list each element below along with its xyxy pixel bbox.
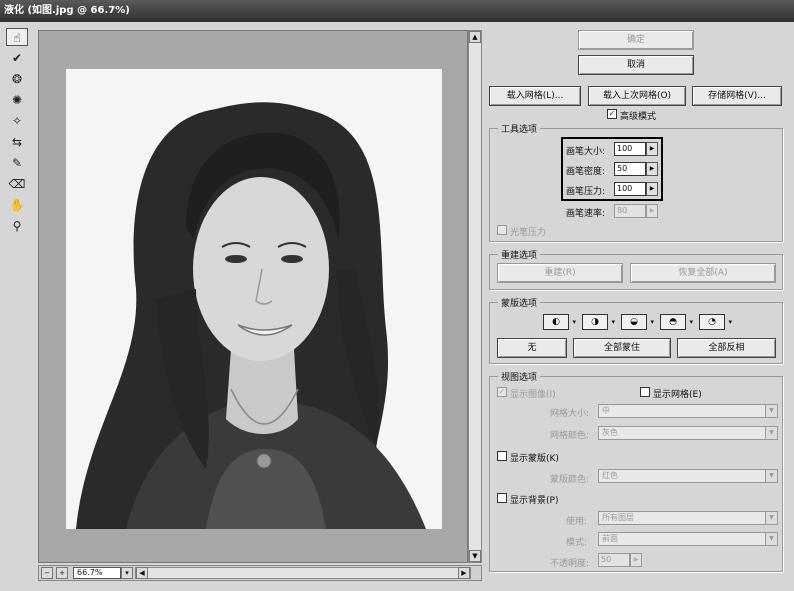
scroll-up-icon[interactable]: ▲ [469,31,481,43]
stylus-pressure-label: 光笔压力 [510,228,547,238]
reconstruct-tool-icon[interactable]: ✔ [6,49,28,67]
invert-selection-icon[interactable]: ◔ [699,314,732,330]
scroll-right-icon[interactable]: ▶ [458,567,470,579]
restore-all-button[interactable]: 恢复全部(A) [630,263,776,283]
toolbox: ☝ ✔ ❂ ✺ ✧ ⇆ ✎ ⌫ ✋ ⚲ [6,28,30,238]
load-mesh-button[interactable]: 载入网格(L)... [489,86,581,106]
mode-label: 模式: [566,538,588,548]
mesh-size-select[interactable]: 中 ▼ [598,404,778,418]
window-title: 液化 (如图.jpg @ 66.7%) [0,0,794,22]
use-label: 使用: [566,517,588,527]
horizontal-scrollbar[interactable]: ◀ ▶ [135,567,471,579]
thaw-mask-tool-icon[interactable]: ⌫ [6,175,28,193]
show-mask-label: 显示蒙版(K) [510,454,559,464]
advanced-mode-checkbox[interactable]: ✓ [607,109,617,119]
mask-all-button[interactable]: 全部蒙住 [573,338,671,358]
mask-color-select[interactable]: 红色 ▼ [598,469,778,483]
vertical-scrollbar[interactable]: ▲ ▼ [468,30,482,563]
stylus-pressure-checkbox[interactable] [497,225,507,235]
twirl-tool-icon[interactable]: ❂ [6,70,28,88]
freeze-mask-tool-icon[interactable]: ✎ [6,154,28,172]
zoom-in-icon[interactable]: + [56,567,68,579]
push-left-tool-icon[interactable]: ⇆ [6,133,28,151]
tool-options-title: 工具选项 [498,122,541,135]
brush-rate-arrow-icon[interactable]: ▶ [646,204,658,218]
cancel-button[interactable]: 取消 [578,55,694,75]
bloat-tool-icon[interactable]: ✧ [6,112,28,130]
replace-selection-icon[interactable]: ◐ [543,314,576,330]
forward-warp-tool-icon[interactable]: ☝ [6,28,28,46]
show-mesh-checkbox[interactable] [640,387,650,397]
scroll-left-icon[interactable]: ◀ [136,567,148,579]
preview-photo[interactable] [66,69,442,529]
subtract-from-selection-icon[interactable]: ◒ [621,314,654,330]
chevron-down-icon: ▼ [765,427,777,439]
show-mask-checkbox[interactable] [497,451,507,461]
advanced-mode-label: 高级模式 [620,112,657,122]
mask-options-title: 蒙版选项 [498,296,541,309]
zoom-out-icon[interactable]: − [41,567,53,579]
status-bar: − + 66.7% ▾ ◀ ▶ [38,565,482,581]
invert-all-button[interactable]: 全部反相 [677,338,776,358]
brush-settings-highlight [561,137,663,201]
intersect-selection-icon[interactable]: ◓ [660,314,693,330]
mesh-color-label: 网格颜色: [550,431,590,441]
zoom-level-field[interactable]: 66.7% [73,567,121,579]
load-last-mesh-button[interactable]: 载入上次网格(O) [588,86,686,106]
mesh-size-label: 网格大小: [550,409,590,419]
view-options-title: 视图选项 [498,370,541,383]
hand-tool-icon[interactable]: ✋ [6,196,28,214]
show-mesh-label: 显示网格(E) [653,390,702,400]
show-backdrop-label: 显示背景(P) [510,496,559,506]
chevron-down-icon: ▼ [765,512,777,524]
reconstruct-options-title: 重建选项 [498,248,541,261]
mode-value: 前面 [602,534,618,543]
opacity-arrow-icon[interactable]: ▶ [630,553,642,567]
opacity-input[interactable]: 50 [598,553,630,567]
reconstruct-button[interactable]: 重建(R) [497,263,623,283]
brush-rate-input[interactable]: 80 [614,204,646,218]
mode-select[interactable]: 前面 ▼ [598,532,778,546]
scroll-down-icon[interactable]: ▼ [469,550,481,562]
use-select[interactable]: 所有图层 ▼ [598,511,778,525]
mask-color-label: 蒙版颜色: [550,475,590,485]
mesh-color-value: 灰色 [602,428,618,437]
mesh-size-value: 中 [602,406,610,415]
preview-canvas[interactable] [38,30,468,563]
mask-none-button[interactable]: 无 [497,338,567,358]
chevron-down-icon: ▼ [765,533,777,545]
ok-button[interactable]: 确定 [578,30,694,50]
chevron-down-icon: ▼ [765,470,777,482]
show-backdrop-checkbox[interactable] [497,493,507,503]
use-value: 所有图层 [602,513,634,522]
chevron-down-icon: ▼ [765,405,777,417]
portrait-image [66,69,442,529]
zoom-tool-icon[interactable]: ⚲ [6,217,28,235]
mask-color-value: 红色 [602,471,618,480]
save-mesh-button[interactable]: 存储网格(V)... [692,86,782,106]
show-image-label: 显示图像(I) [510,390,556,400]
opacity-label: 不透明度: [550,559,590,569]
zoom-dropdown-icon[interactable]: ▾ [121,567,133,579]
add-to-selection-icon[interactable]: ◑ [582,314,615,330]
pucker-tool-icon[interactable]: ✺ [6,91,28,109]
mesh-color-select[interactable]: 灰色 ▼ [598,426,778,440]
brush-rate-label: 画笔速率: [566,209,606,219]
show-image-checkbox[interactable]: ✓ [497,387,507,397]
